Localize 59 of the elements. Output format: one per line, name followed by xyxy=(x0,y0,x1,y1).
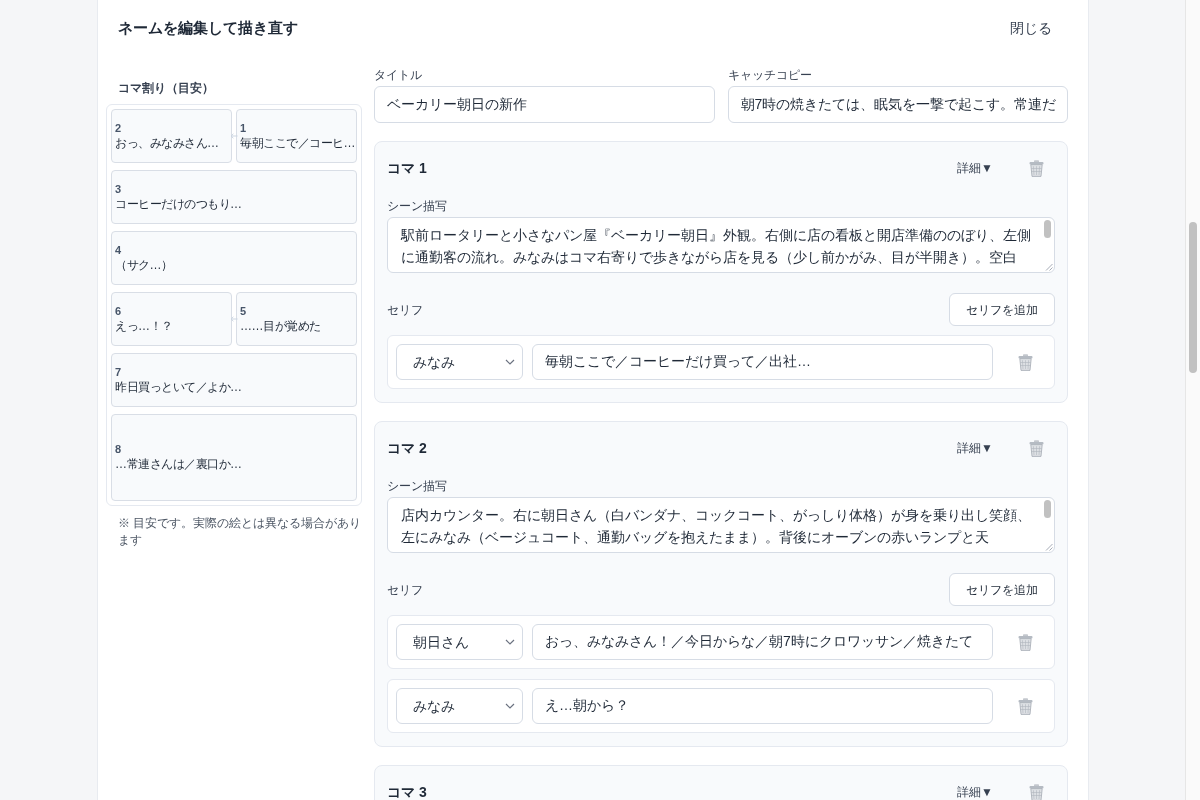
dialogue-input[interactable]: 毎朝ここで／コーヒーだけ買って／出社… xyxy=(532,344,993,380)
panel-caption: ……目が覚めた xyxy=(240,317,321,334)
field-label: キャッチコピー xyxy=(727,67,812,83)
speaker-select[interactable]: 朝日さん xyxy=(396,624,523,660)
scrollbar-thumb[interactable] xyxy=(1189,222,1197,373)
panel-title: コマ 2 xyxy=(387,438,427,458)
dialog-title: ネームを編集して描き直す xyxy=(118,17,298,38)
panel-number: 3 xyxy=(115,182,122,196)
dialogue-input[interactable]: おっ、みなみさん！／今日からな／朝7時にクロワッサン／焼きたて xyxy=(532,624,993,660)
details-toggle[interactable]: 詳細▼ xyxy=(949,155,1001,181)
panel-number: 7 xyxy=(115,365,122,379)
scene-textarea[interactable]: 駅前ロータリーと小さなパン屋『ベーカリー朝日』外観。右側に店の看板と開店準備ののぼり、左側に通勤客の流れ。みなみはコマ右寄りで歩きながら店を見る（少し前かがみ、目が半開き）。空白 xyxy=(387,217,1055,273)
scrollbar-thumb[interactable] xyxy=(1044,220,1051,238)
chevron-down-icon xyxy=(505,359,515,365)
close-button[interactable]: 閉じる xyxy=(994,11,1068,45)
trash-icon xyxy=(1029,159,1044,177)
panel-number: 8 xyxy=(115,443,122,456)
field-label: タイトル xyxy=(374,67,422,83)
panel-title: コマ 1 xyxy=(387,158,427,178)
speaker-select[interactable]: みなみ xyxy=(396,344,523,380)
details-toggle[interactable]: 詳細▼ xyxy=(949,435,1001,461)
add-dialogue-button[interactable]: セリフを追加 xyxy=(949,293,1055,326)
field-label: セリフ xyxy=(387,581,423,598)
footnote-text: ※ 目安です。実際の絵とは異なる場合があります xyxy=(118,515,362,549)
speaker-select[interactable]: みなみ xyxy=(396,688,523,724)
panel-caption: 毎朝ここで／コーヒ… xyxy=(240,134,355,151)
panel-number: 6 xyxy=(115,304,122,318)
details-toggle[interactable]: 詳細▼ xyxy=(949,779,1001,800)
panel-caption: （サク…） xyxy=(115,256,173,273)
arrow-left-icon xyxy=(230,133,238,139)
text-input[interactable]: 朝7時の焼きたては、眠気を一撃で起こす。常連だ xyxy=(727,86,1068,123)
panel-number: 2 xyxy=(115,121,122,135)
panel-number: 5 xyxy=(240,304,247,318)
trash-icon xyxy=(1018,353,1033,371)
field-label: セリフ xyxy=(387,301,423,318)
dialogue-input[interactable]: え…朝から？ xyxy=(532,688,993,724)
panel-caption: コーヒーだけのつもり… xyxy=(115,195,242,212)
panel-caption: …常連さんは／裏口か… xyxy=(115,456,242,472)
arrow-left-icon xyxy=(230,316,238,322)
panel-caption: おっ、みなみさん… xyxy=(115,134,219,151)
panel-caption: えっ…！？ xyxy=(115,317,173,334)
chevron-down-icon xyxy=(505,639,515,645)
add-dialogue-button[interactable]: セリフを追加 xyxy=(949,573,1055,606)
scene-textarea[interactable]: 店内カウンター。右に朝日さん（白バンダナ、コックコート、がっしり体格）が身を乗り出し笑顔、左にみなみ（ベージュコート、通勤バッグを抱えたまま）。背後にオーブンの赤いランプと天 xyxy=(387,497,1055,553)
resize-grip-icon[interactable] xyxy=(1045,543,1053,551)
trash-icon xyxy=(1018,697,1033,715)
trash-icon xyxy=(1029,439,1044,457)
trash-icon xyxy=(1018,633,1033,651)
panel-number: 1 xyxy=(240,121,247,135)
section-label: コマ割り（目安） xyxy=(118,80,214,96)
scrollbar-thumb[interactable] xyxy=(1044,500,1051,518)
field-label: シーン描写 xyxy=(387,478,447,494)
panel-title: コマ 3 xyxy=(387,782,427,800)
panel-caption: 昨日買っといて／よか… xyxy=(115,378,242,395)
chevron-down-icon xyxy=(505,703,515,709)
resize-grip-icon[interactable] xyxy=(1045,263,1053,271)
panel-number: 4 xyxy=(115,243,122,257)
field-label: シーン描写 xyxy=(387,198,447,214)
text-input[interactable]: ベーカリー朝日の新作 xyxy=(374,86,715,123)
